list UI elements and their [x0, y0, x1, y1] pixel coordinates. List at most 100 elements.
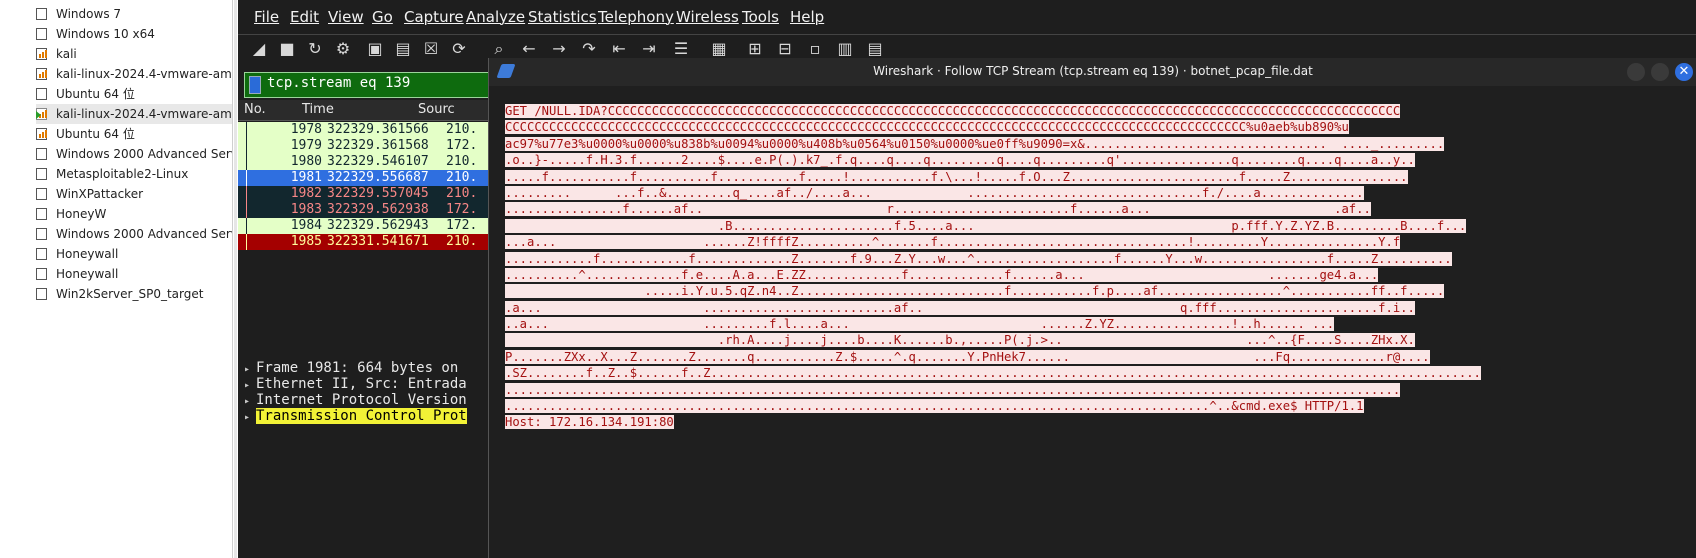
stream-line: Host: 172.16.134.191:80: [505, 414, 1685, 430]
vm-list-item[interactable]: Windows 2000 Advanced Serv: [36, 144, 232, 164]
autoscroll-icon[interactable]: ☰: [670, 39, 692, 59]
packet-source: 172.: [446, 202, 478, 217]
close-file-icon[interactable]: ☒: [420, 39, 442, 59]
restart-capture-icon[interactable]: ↻: [304, 39, 326, 59]
vm-list-item[interactable]: Windows 10 x64: [36, 24, 232, 44]
column-no[interactable]: No.: [244, 102, 266, 117]
menu-go[interactable]: Go: [372, 8, 393, 27]
packet-number: 1985: [290, 234, 322, 249]
stream-line: .rh.A....j....j....b....K......b.,.....P…: [505, 332, 1685, 348]
vm-list-item[interactable]: Ubuntu 64 位: [36, 124, 232, 144]
colorize-icon[interactable]: ▦: [708, 39, 730, 59]
resize-columns-icon[interactable]: ▥: [834, 39, 856, 59]
packet-time: 322331.541671: [327, 234, 429, 249]
follow-tcp-stream-dialog: Wireshark · Follow TCP Stream (tcp.strea…: [488, 58, 1696, 558]
menu-statistics[interactable]: Statistics: [528, 8, 597, 27]
menu-capture[interactable]: Capture: [404, 8, 464, 27]
vm-list-item[interactable]: Honeywall: [36, 244, 232, 264]
packet-number: 1983: [290, 202, 322, 217]
vm-list-item-label: Windows 7: [56, 7, 122, 21]
column-source[interactable]: Sourc: [418, 102, 455, 117]
column-time[interactable]: Time: [302, 102, 334, 117]
menu-bar: File Edit View Go Capture Analyze Statistics Te…: [238, 4, 1696, 32]
vm-list-item-label: kali: [56, 47, 77, 61]
stream-line: .....f...........f..........f...........…: [505, 169, 1685, 185]
vm-list-item[interactable]: WinXPattacker: [36, 184, 232, 204]
display-filter-input[interactable]: tcp.stream eq 139: [267, 75, 410, 91]
vm-icon: [36, 88, 47, 100]
expand-arrow-icon[interactable]: ▸: [244, 409, 256, 426]
go-to-packet-icon[interactable]: ↷: [578, 39, 600, 59]
last-packet-icon[interactable]: ⇥: [638, 39, 660, 59]
minimize-button[interactable]: [1627, 63, 1645, 81]
stream-line: ................f......af.. r...........…: [505, 201, 1685, 217]
vm-list-item[interactable]: kali-linux-2024.4-vmware-amd: [36, 64, 232, 84]
dialog-titlebar: Wireshark · Follow TCP Stream (tcp.strea…: [489, 58, 1696, 86]
menu-wireless[interactable]: Wireless: [676, 8, 739, 27]
menu-tools[interactable]: Tools: [742, 8, 779, 27]
vm-list-item[interactable]: Metasploitable2-Linux: [36, 164, 232, 184]
save-file-icon[interactable]: ▤: [392, 39, 414, 59]
stream-text: .o..}-.....f.H.3.f......2....$....e.P(.)…: [505, 153, 1415, 168]
panel-splitter[interactable]: [234, 0, 237, 558]
vm-icon-linux: [36, 68, 47, 80]
vm-list-item[interactable]: kali-linux-2024.4-vmware-amd: [36, 104, 232, 124]
normal-size-icon[interactable]: ▫: [804, 39, 826, 59]
layout-icon[interactable]: ▤: [864, 39, 886, 59]
stream-line: ............f............f.............Z…: [505, 251, 1685, 267]
zoom-out-icon[interactable]: ⊟: [774, 39, 796, 59]
stream-line: .o..}-.....f.H.3.f......2....$....e.P(.)…: [505, 152, 1685, 168]
vm-list-item[interactable]: kali: [36, 44, 232, 64]
packet-number: 1978: [290, 122, 322, 137]
open-file-icon[interactable]: ▣: [364, 39, 386, 59]
menu-telephony[interactable]: Telephony: [598, 8, 674, 27]
stream-line: ac97%u77e3%u0000%u0000%u838b%u0094%u0000…: [505, 136, 1685, 152]
menu-analyze[interactable]: Analyze: [466, 8, 525, 27]
detail-tree-label: Ethernet II, Src: Entrada: [256, 376, 467, 392]
close-button[interactable]: ✕: [1675, 63, 1693, 81]
packet-source: 210.: [446, 154, 478, 169]
detail-tree-item[interactable]: ▸ Ethernet II, Src: Entrada: [244, 376, 467, 393]
shark-fin-start-icon[interactable]: ◢: [248, 39, 270, 59]
vm-list-item-label: Win2kServer_SP0_target: [56, 287, 204, 301]
detail-tree-label: Frame 1981: 664 bytes on: [256, 360, 459, 376]
stream-line: P.......ZXx..X...Z.......Z.......q......…: [505, 349, 1685, 365]
stream-text: ............f............f.............Z…: [505, 251, 1452, 266]
bookmark-icon[interactable]: [249, 76, 261, 94]
zoom-in-icon[interactable]: ⊞: [744, 39, 766, 59]
packet-source: 210.: [446, 122, 478, 137]
vm-list-item[interactable]: Windows 2000 Advanced Serv: [36, 224, 232, 244]
vm-list-item[interactable]: Win2kServer_SP0_target: [36, 284, 232, 304]
vm-list-item[interactable]: Honeywall: [36, 264, 232, 284]
detail-tree-label: Internet Protocol Version: [256, 392, 467, 408]
stream-text: ......... ...f..&.........q_....af../...…: [505, 185, 1364, 200]
reload-file-icon[interactable]: ⟳: [448, 39, 470, 59]
menu-help[interactable]: Help: [790, 8, 824, 27]
stream-line: ..a... .........f.l....a... ......Z.YZ..…: [505, 316, 1685, 332]
stream-content[interactable]: GET /NULL.IDA?CCCCCCCCCCCCCCCCCCCCCCCCCC…: [505, 103, 1685, 431]
stream-text: ........................................…: [505, 399, 1364, 414]
search-icon[interactable]: ⌕: [488, 39, 510, 59]
detail-tree-item[interactable]: ▸ Frame 1981: 664 bytes on: [244, 360, 458, 377]
menu-edit[interactable]: Edit: [290, 8, 319, 27]
maximize-button[interactable]: [1651, 63, 1669, 81]
vm-list-item[interactable]: Windows 7: [36, 4, 232, 24]
vm-list-item-label: Windows 2000 Advanced Serv: [56, 147, 232, 161]
detail-tree-item[interactable]: ▸ Internet Protocol Version: [244, 392, 467, 409]
menu-file[interactable]: File: [254, 8, 279, 27]
vm-list-item-label: Honeywall: [56, 267, 119, 281]
go-back-icon[interactable]: ←: [518, 39, 540, 59]
vm-list-item[interactable]: HoneyW: [36, 204, 232, 224]
packet-source: 210.: [446, 186, 478, 201]
capture-options-gear-icon[interactable]: ⚙: [332, 39, 354, 59]
go-forward-icon[interactable]: →: [548, 39, 570, 59]
stream-text: .....i.Y.u.5.qZ.n4..Z...................…: [505, 284, 1445, 299]
vm-icon-running: [36, 108, 47, 120]
first-packet-icon[interactable]: ⇤: [608, 39, 630, 59]
vm-list-item[interactable]: Ubuntu 64 位: [36, 84, 232, 104]
menu-view[interactable]: View: [328, 8, 364, 27]
stop-capture-icon[interactable]: ■: [276, 39, 298, 59]
packet-number: 1984: [290, 218, 322, 233]
detail-tree-item[interactable]: ▸ Transmission Control Prot: [244, 408, 467, 425]
vm-icon: [36, 268, 47, 280]
